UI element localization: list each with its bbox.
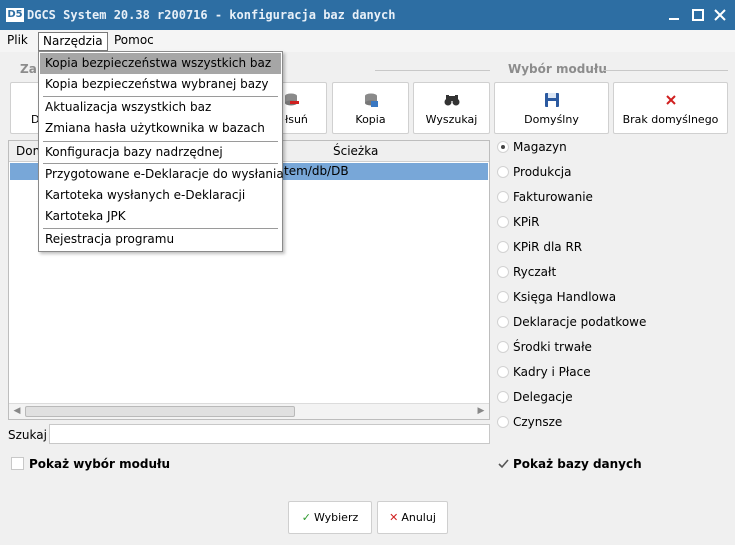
radio-produkcja[interactable]: [497, 166, 509, 178]
check-icon: ✓: [301, 511, 311, 524]
radio-deklaracje[interactable]: [497, 316, 509, 328]
radio-ryczalt[interactable]: [497, 266, 509, 278]
menu-pomoc[interactable]: Pomoc: [110, 32, 158, 51]
menu-item-registration[interactable]: Rejestracja programu: [40, 229, 281, 250]
menu-plik[interactable]: Plik: [3, 32, 32, 51]
module-label: Produkcja: [513, 165, 572, 179]
default-module-button-label: Domyślny: [524, 113, 579, 126]
module-label: KPiR: [513, 215, 540, 229]
radio-czynsze[interactable]: [497, 416, 509, 428]
binoculars-icon: [444, 95, 459, 106]
title-bar: D5 DGCS System 20.38 r200716 - konfigura…: [0, 0, 735, 30]
database-remove-icon: [284, 93, 299, 106]
maximize-icon[interactable]: [688, 6, 708, 24]
no-default-button[interactable]: Brak domyślnego: [613, 82, 728, 134]
no-default-button-label: Brak domyślnego: [622, 113, 719, 126]
horizontal-scrollbar[interactable]: ◀ ▶: [9, 403, 489, 419]
left-group-title: Za: [20, 62, 37, 76]
module-label: Czynsze: [513, 415, 563, 429]
menu-item-jpk[interactable]: Kartoteka JPK: [40, 206, 281, 227]
scroll-thumb[interactable]: [25, 406, 295, 417]
search-label: Szukaj: [8, 428, 47, 442]
show-databases-checkbox[interactable]: [497, 457, 510, 470]
search-db-button[interactable]: Wyszukaj: [413, 82, 490, 134]
window-title: DGCS System 20.38 r200716 - konfiguracja…: [27, 8, 396, 22]
checkmark-icon: [498, 459, 509, 469]
module-label: KPiR dla RR: [513, 240, 583, 254]
table-cell-path: tem/db/DB: [284, 164, 349, 178]
cancel-button-label: Anuluj: [401, 511, 436, 524]
column-header-path[interactable]: Ścieżka: [333, 144, 378, 158]
minimize-icon[interactable]: [664, 6, 684, 24]
module-label: Fakturowanie: [513, 190, 593, 204]
radio-ksiega-handlowa[interactable]: [497, 291, 509, 303]
module-label: Deklaracje podatkowe: [513, 315, 647, 329]
scroll-left-icon[interactable]: ◀: [10, 405, 24, 418]
menu-item-change-password[interactable]: Zmiana hasła użytkownika w bazach: [40, 118, 281, 139]
search-input[interactable]: [49, 424, 490, 444]
module-group-title: Wybór modułu: [508, 62, 607, 76]
copy-button[interactable]: Kopia: [332, 82, 409, 134]
save-icon: [544, 93, 559, 107]
x-mark-icon: [665, 95, 676, 105]
module-label: Środki trwałe: [513, 340, 592, 354]
module-label: Delegacje: [513, 390, 573, 404]
menu-item-prepared-declarations[interactable]: Przygotowane e-Deklaracje do wysłania: [40, 164, 284, 185]
show-module-label: Pokaż wybór modułu: [29, 457, 170, 471]
module-label: Księga Handlowa: [513, 290, 617, 304]
default-module-button[interactable]: Domyślny: [494, 82, 609, 134]
group-divider: [604, 70, 728, 71]
tools-dropdown-menu: Kopia bezpieczeństwa wszystkich baz Kopi…: [38, 51, 284, 252]
menu-item-update-all[interactable]: Aktualizacja wszystkich baz: [40, 97, 281, 118]
ok-button-label: Wybierz: [313, 511, 359, 524]
radio-kadry-place[interactable]: [497, 366, 509, 378]
cancel-button[interactable]: ✕ Anuluj: [377, 501, 448, 534]
radio-kpir-rr[interactable]: [497, 241, 509, 253]
radio-fakturowanie[interactable]: [497, 191, 509, 203]
search-db-button-label: Wyszukaj: [425, 113, 478, 126]
copy-button-label: Kopia: [355, 113, 386, 126]
close-icon[interactable]: [710, 6, 730, 24]
menu-bar: Plik Narzędzia Pomoc: [0, 30, 735, 52]
menu-narzedzia[interactable]: Narzędzia: [38, 32, 108, 51]
database-copy-icon: [364, 93, 378, 107]
ok-button[interactable]: ✓ Wybierz: [288, 501, 372, 534]
menu-item-backup-selected[interactable]: Kopia bezpieczeństwa wybranej bazy: [40, 74, 281, 95]
app-logo-icon: D5: [6, 8, 24, 22]
module-label: Kadry i Płace: [513, 365, 591, 379]
menu-item-sent-declarations[interactable]: Kartoteka wysłanych e-Deklaracji: [40, 185, 281, 206]
radio-srodki-trwale[interactable]: [497, 341, 509, 353]
menu-item-parent-db-config[interactable]: Konfiguracja bazy nadrzędnej: [40, 142, 281, 163]
radio-delegacje[interactable]: [497, 391, 509, 403]
cancel-x-icon: ✕: [389, 511, 399, 524]
radio-magazyn[interactable]: [497, 141, 509, 153]
scroll-right-icon[interactable]: ▶: [474, 405, 488, 418]
module-label: Magazyn: [513, 140, 567, 154]
group-divider: [375, 70, 490, 71]
module-label: Ryczałt: [513, 265, 557, 279]
menu-item-backup-all[interactable]: Kopia bezpieczeństwa wszystkich baz: [40, 53, 281, 74]
radio-kpir[interactable]: [497, 216, 509, 228]
show-databases-label: Pokaż bazy danych: [513, 457, 642, 471]
show-module-checkbox[interactable]: [11, 457, 24, 470]
